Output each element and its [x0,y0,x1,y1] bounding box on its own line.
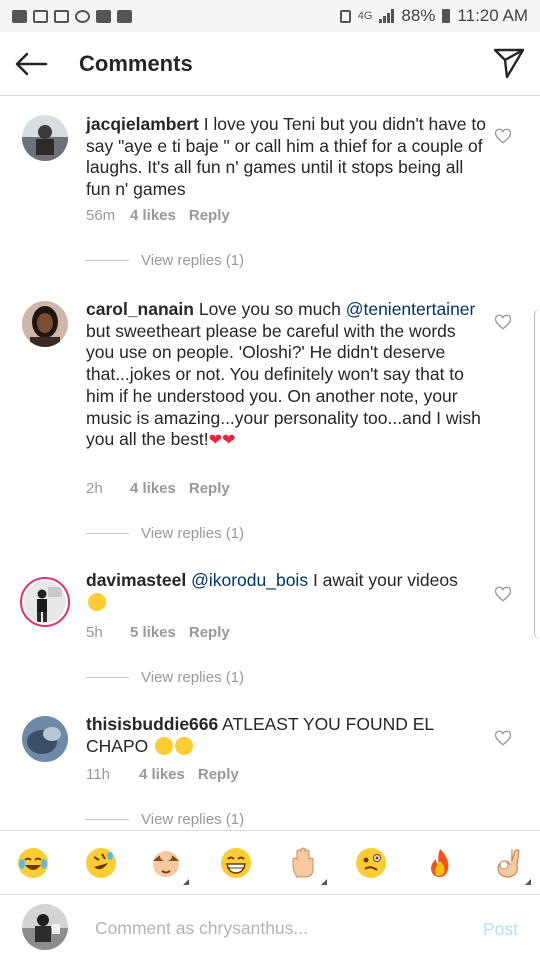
heart-icon[interactable] [494,313,512,331]
mention-link[interactable]: @ikorodu_bois [191,570,308,590]
hearts-emoji: ❤❤ [208,432,236,450]
email-icon [117,9,132,23]
comment-time: 2h [86,480,103,497]
comment-username[interactable]: carol_nanain [86,299,194,319]
laughing-emoji [88,592,106,611]
battery-percent: 88% [401,6,436,25]
laughing-emoji [155,736,174,755]
emoji-quick-bar [0,830,540,894]
avatar-with-story[interactable] [20,577,70,627]
laughing-emoji [175,736,194,755]
page-title: Comments [79,50,193,76]
comment-meta: 2h 4 likes Reply [86,480,230,497]
signal-icon [379,9,395,23]
comment-body-start: Love you so much [193,299,346,319]
comment-text: carol_nanain Love you so much @tenienter… [86,299,486,452]
comment-time: 56m [86,207,116,224]
comment-username[interactable]: thisisbuddie666 [86,714,218,734]
divider [86,260,129,261]
comment-likes[interactable]: 4 likes [130,480,176,497]
comment-text: davimasteel @ikorodu_bois I await your v… [86,570,486,613]
battery-icon [442,9,451,23]
reply-button[interactable]: Reply [198,766,239,783]
view-replies-label: View replies (1) [141,811,245,828]
heart-icon[interactable] [494,585,512,603]
whatsapp-icon [75,9,90,23]
ok-hand-emoji-icon[interactable] [492,847,531,885]
divider [86,533,129,534]
tears-of-joy-emoji-icon[interactable] [17,847,49,879]
divider [86,677,129,678]
system-icons: 4G 88% 11:20 AM [339,6,528,26]
rolling-laughing-emoji-icon[interactable] [85,847,117,879]
network-type: 4G [357,10,373,22]
comment-input[interactable] [95,915,455,941]
comment-body: but sweetheart please be careful with th… [86,320,481,450]
comment-text: jacqielambert I love you Teni but you di… [86,114,486,201]
heart-icon[interactable] [494,127,512,145]
mention-link[interactable]: @tenientertainer [346,299,476,319]
comment-time: 11h [86,766,110,783]
reply-button[interactable]: Reply [189,207,230,224]
comment-body: I await your videos [308,570,458,590]
comment-meta: 56m 4 likes Reply [86,207,230,224]
skin-tone-indicator [183,879,189,885]
avatar[interactable] [22,115,68,161]
post-button[interactable]: Post [483,919,518,940]
lock-icon [339,9,351,23]
view-replies-button[interactable]: View replies (1) [86,811,244,828]
skin-tone-indicator [525,879,531,885]
email-icon [54,9,69,23]
divider [86,819,129,820]
scroll-indicator[interactable] [534,309,540,639]
comment-likes[interactable]: 4 likes [139,766,185,783]
comment-likes[interactable]: 4 likes [130,207,176,224]
direct-send-icon [493,48,525,79]
skin-tone-indicator [321,879,327,885]
reply-button[interactable]: Reply [189,480,230,497]
heart-icon[interactable] [494,729,512,747]
notification-icons [12,9,132,23]
comment-time: 5h [86,624,103,641]
facepalm-emoji-icon[interactable] [150,847,189,885]
my-avatar [22,904,68,950]
email-icon [33,9,48,23]
arrow-left-icon [15,52,48,75]
raised-hand-emoji-icon[interactable] [288,847,327,885]
comment-text: thisisbuddie666 ATLEAST YOU FOUND EL CHA… [86,714,486,757]
comment-username[interactable]: jacqielambert [86,114,199,134]
woozy-face-emoji-icon[interactable] [355,847,387,879]
view-replies-label: View replies (1) [141,669,245,686]
view-replies-button[interactable]: View replies (1) [86,669,244,686]
header: Comments [0,32,540,96]
message-icon [12,9,27,23]
avatar[interactable] [22,301,68,347]
fire-emoji-icon[interactable] [424,847,456,879]
comment-composer: Post [0,894,540,960]
back-button[interactable] [0,32,62,96]
direct-send-button[interactable] [492,46,526,80]
comments-list[interactable]: jacqielambert I love you Teni but you di… [0,97,540,830]
comment-username[interactable]: davimasteel [86,570,186,590]
grinning-emoji-icon[interactable] [220,847,252,879]
reply-button[interactable]: Reply [189,624,230,641]
image-icon [96,9,111,23]
status-bar: 4G 88% 11:20 AM [0,0,540,32]
avatar[interactable] [22,716,68,762]
view-replies-button[interactable]: View replies (1) [86,525,244,542]
clock: 11:20 AM [457,6,528,25]
comment-meta: 11h 4 likes Reply [86,766,239,783]
comment-likes[interactable]: 5 likes [130,624,176,641]
view-replies-label: View replies (1) [141,525,245,542]
view-replies-label: View replies (1) [141,252,245,269]
view-replies-button[interactable]: View replies (1) [86,252,244,269]
comment-meta: 5h 5 likes Reply [86,624,230,641]
